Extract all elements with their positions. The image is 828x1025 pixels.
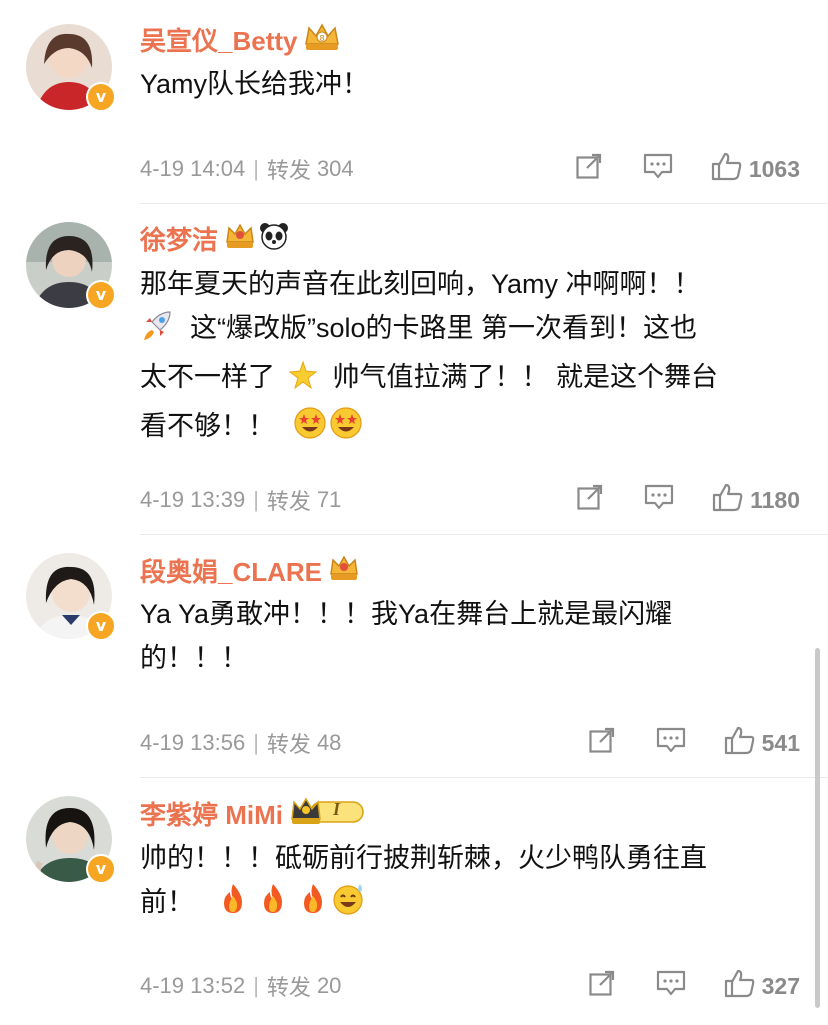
repost-label: 转发	[266, 975, 311, 1000]
star-struck-emoji-icon	[329, 406, 363, 453]
comment-text-line: Yamy队长给我冲！	[140, 69, 370, 99]
comment-icon[interactable]	[643, 152, 673, 186]
comment-date: 4-19 13:39	[140, 487, 246, 512]
repost-count: 304	[316, 156, 354, 181]
separator: |	[253, 487, 259, 512]
sparkle-star-icon	[287, 359, 319, 404]
verified-v-icon: v	[86, 611, 116, 641]
username[interactable]: 吴宣仪_Betty	[140, 21, 297, 58]
comment-date: 4-19 13:52	[140, 973, 246, 998]
avatar[interactable]: v	[26, 222, 116, 310]
username[interactable]: 段奥娟_CLARE	[140, 552, 322, 589]
repost-label: 转发	[266, 489, 311, 514]
comment-text-line: 前！	[140, 887, 194, 917]
crown-level-1-icon: I	[289, 796, 367, 831]
thumbs-up-icon	[724, 968, 756, 1004]
comment-text-line: 这“爆改版”solo的卡路里 第一次看到！这也	[190, 313, 698, 343]
fire-icon	[256, 882, 290, 929]
avatar[interactable]: v	[26, 24, 116, 112]
comment-text-line: Ya Ya勇敢冲！！！我Ya在舞台上就是最闪耀	[140, 599, 673, 629]
comment-text-line: 那年夏天的声音在此刻回响，Yamy 冲啊啊！！	[140, 269, 701, 299]
repost-count: 20	[316, 973, 342, 998]
crown-vip-icon	[328, 553, 360, 588]
comment-text-line: 太不一样了	[140, 362, 275, 392]
svg-text:8: 8	[320, 34, 325, 43]
username[interactable]: 李紫婷 MiMi	[140, 795, 283, 832]
panda-icon	[258, 221, 290, 256]
comment-text-line: 帅气值拉满了！！ 就是这个舞台	[332, 362, 719, 392]
like-button[interactable]: 327	[724, 968, 800, 1004]
thumbs-up-icon	[711, 151, 743, 187]
verified-v-icon: v	[86, 82, 116, 112]
like-count: 1063	[748, 155, 800, 182]
fire-icon	[296, 882, 330, 929]
share-icon[interactable]	[588, 726, 616, 760]
comment-icon[interactable]	[644, 483, 674, 517]
like-count: 541	[761, 729, 800, 756]
divider	[140, 777, 828, 778]
separator: |	[253, 156, 259, 181]
separator: |	[253, 973, 259, 998]
grinning-sweat-emoji-icon	[332, 882, 366, 929]
comment-icon[interactable]	[656, 726, 686, 760]
comment-text-line: 看不够！！	[140, 411, 275, 441]
repost-count: 48	[316, 730, 342, 755]
avatar[interactable]: v	[26, 553, 116, 641]
share-icon[interactable]	[576, 483, 604, 517]
scrollbar[interactable]	[815, 648, 820, 1008]
comment-text-line: 的！！！	[140, 643, 248, 673]
share-icon[interactable]	[588, 969, 616, 1003]
divider	[140, 203, 828, 204]
comment-date: 4-19 13:56	[140, 730, 246, 755]
divider	[140, 534, 828, 535]
like-count: 1180	[750, 486, 800, 513]
username[interactable]: 徐梦洁	[140, 220, 218, 257]
repost-label: 转发	[266, 158, 311, 183]
like-button[interactable]: 1063	[711, 151, 800, 187]
like-button[interactable]: 541	[724, 725, 800, 761]
avatar[interactable]: v	[26, 796, 116, 884]
verified-v-icon: v	[86, 280, 116, 310]
share-icon[interactable]	[575, 152, 603, 186]
like-button[interactable]: 1180	[712, 482, 800, 518]
rocket-icon	[140, 310, 176, 355]
thumbs-up-icon	[712, 482, 744, 518]
thumbs-up-icon	[724, 725, 756, 761]
star-struck-emoji-icon	[293, 406, 327, 453]
comment-text-line: 帅的！！！砥砺前行披荆斩棘，火少鸭队勇往直	[140, 843, 707, 873]
like-count: 327	[761, 972, 800, 999]
separator: |	[253, 730, 259, 755]
repost-count: 71	[316, 487, 342, 512]
comment-date: 4-19 14:04	[140, 156, 246, 181]
crown-vip-icon	[224, 221, 256, 256]
verified-v-icon: v	[86, 854, 116, 884]
level-badge-label: I	[333, 798, 341, 819]
comment-icon[interactable]	[656, 969, 686, 1003]
crown-vip-icon: 8	[303, 22, 341, 57]
fire-icon	[216, 882, 250, 929]
repost-label: 转发	[266, 732, 311, 757]
